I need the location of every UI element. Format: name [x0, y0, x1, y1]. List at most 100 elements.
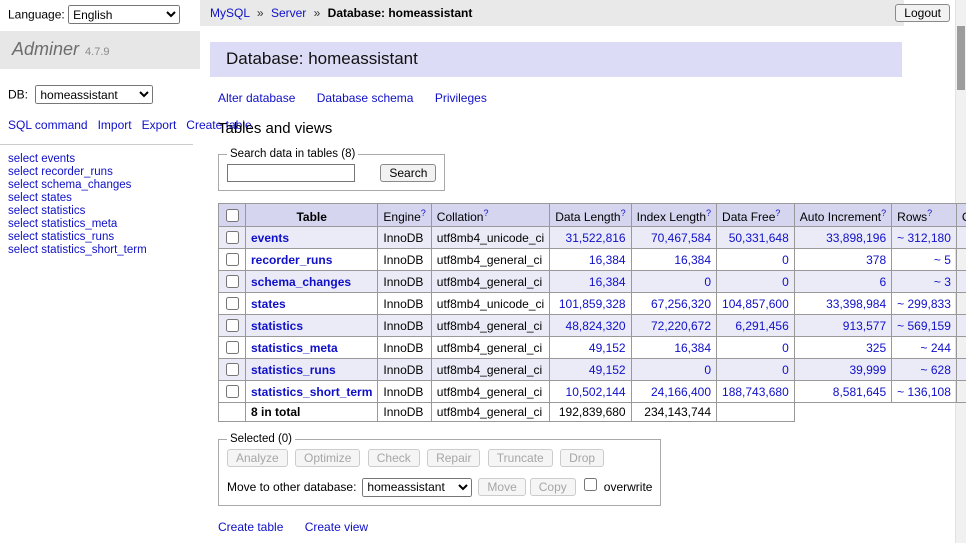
copy-button[interactable]: Copy: [530, 478, 576, 496]
index-length-link[interactable]: 16,384: [674, 341, 711, 355]
overwrite-checkbox[interactable]: [584, 478, 597, 491]
data-free-link[interactable]: 0: [782, 253, 789, 267]
help-link[interactable]: ?: [881, 208, 886, 218]
rows-link[interactable]: ~ 136,108: [897, 385, 951, 399]
table-link[interactable]: statistics: [251, 319, 303, 333]
auto-increment-link[interactable]: 33,398,984: [826, 297, 886, 311]
language-select[interactable]: English: [68, 5, 180, 24]
data-length-link[interactable]: 16,384: [589, 275, 626, 289]
repair-button[interactable]: Repair: [427, 449, 480, 467]
data-free-link[interactable]: 6,291,456: [735, 319, 788, 333]
sidebar-item-select-schema-changes[interactable]: select schema_changes: [8, 179, 193, 192]
data-length-link[interactable]: 48,824,320: [566, 319, 626, 333]
rows-link[interactable]: ~ 569,159: [897, 319, 951, 333]
rows-link[interactable]: ~ 299,833: [897, 297, 951, 311]
alter-database-link[interactable]: Alter database: [218, 91, 295, 105]
auto-increment-link[interactable]: 6: [879, 275, 886, 289]
adminer-logo-link[interactable]: Adminer: [12, 39, 79, 59]
breadcrumb-mysql-link[interactable]: MySQL: [210, 6, 250, 20]
row-checkbox[interactable]: [226, 363, 239, 376]
sidebar-item-select-statistics-meta[interactable]: select statistics_meta: [8, 218, 193, 231]
data-length-link[interactable]: 10,502,144: [566, 385, 626, 399]
analyze-button[interactable]: Analyze: [227, 449, 288, 467]
data-length-link[interactable]: 31,522,816: [566, 231, 626, 245]
rows-link[interactable]: ~ 312,180: [897, 231, 951, 245]
table-link[interactable]: events: [251, 231, 289, 245]
help-link[interactable]: ?: [621, 208, 626, 218]
row-checkbox[interactable]: [226, 253, 239, 266]
sidebar-item-select-recorder-runs[interactable]: select recorder_runs: [8, 166, 193, 179]
rows-link[interactable]: ~ 628: [921, 363, 951, 377]
index-length-link[interactable]: 70,467,584: [651, 231, 711, 245]
data-free-link[interactable]: 0: [782, 275, 789, 289]
sidebar-item-select-statistics[interactable]: select statistics: [8, 205, 193, 218]
select-all-checkbox[interactable]: [226, 209, 239, 222]
search-input[interactable]: [227, 164, 355, 182]
sidebar-link-sql-command[interactable]: SQL command: [8, 118, 88, 132]
overwrite-label[interactable]: overwrite: [604, 480, 653, 494]
table-link[interactable]: schema_changes: [251, 275, 351, 289]
sidebar-item-select-statistics-short-term[interactable]: select statistics_short_term: [8, 244, 193, 257]
db-select[interactable]: homeassistant: [35, 85, 153, 104]
breadcrumb-server-link[interactable]: Server: [271, 6, 306, 20]
optimize-button[interactable]: Optimize: [295, 449, 360, 467]
index-length-link[interactable]: 16,384: [674, 253, 711, 267]
help-link[interactable]: ?: [421, 208, 426, 218]
drop-button[interactable]: Drop: [560, 449, 604, 467]
row-checkbox[interactable]: [226, 341, 239, 354]
help-link[interactable]: ?: [706, 208, 711, 218]
move-database-select[interactable]: homeassistant: [362, 478, 472, 497]
index-length-link[interactable]: 67,256,320: [651, 297, 711, 311]
data-free-link[interactable]: 50,331,648: [729, 231, 789, 245]
move-button[interactable]: Move: [478, 478, 525, 496]
sidebar-item-select-events[interactable]: select events: [8, 153, 193, 166]
data-length-link[interactable]: 49,152: [589, 363, 626, 377]
rows-link[interactable]: ~ 5: [934, 253, 951, 267]
sidebar-item-select-states[interactable]: select states: [8, 192, 193, 205]
row-checkbox[interactable]: [226, 231, 239, 244]
data-free-link[interactable]: 104,857,600: [722, 297, 789, 311]
table-link[interactable]: statistics_meta: [251, 341, 338, 355]
sidebar-link-import[interactable]: Import: [98, 118, 132, 132]
create-view-link[interactable]: Create view: [305, 520, 368, 534]
table-link[interactable]: statistics_runs: [251, 363, 336, 377]
auto-increment-link[interactable]: 378: [866, 253, 886, 267]
auto-increment-link[interactable]: 325: [866, 341, 886, 355]
index-length-link[interactable]: 72,220,672: [651, 319, 711, 333]
help-link[interactable]: ?: [775, 208, 780, 218]
truncate-button[interactable]: Truncate: [488, 449, 553, 467]
data-length-link[interactable]: 101,859,328: [559, 297, 626, 311]
row-checkbox[interactable]: [226, 297, 239, 310]
auto-increment-link[interactable]: 33,898,196: [826, 231, 886, 245]
sidebar-link-export[interactable]: Export: [142, 118, 177, 132]
index-length-link[interactable]: 0: [704, 363, 711, 377]
rows-link[interactable]: ~ 3: [934, 275, 951, 289]
auto-increment-link[interactable]: 913,577: [843, 319, 886, 333]
privileges-link[interactable]: Privileges: [435, 91, 487, 105]
check-button[interactable]: Check: [368, 449, 420, 467]
table-link[interactable]: states: [251, 297, 286, 311]
auto-increment-link[interactable]: 39,999: [849, 363, 886, 377]
data-free-link[interactable]: 0: [782, 363, 789, 377]
logout-button[interactable]: Logout: [895, 4, 950, 22]
data-length-link[interactable]: 49,152: [589, 341, 626, 355]
help-link[interactable]: ?: [483, 208, 488, 218]
data-free-link[interactable]: 0: [782, 341, 789, 355]
create-table-link[interactable]: Create table: [218, 520, 283, 534]
table-link[interactable]: statistics_short_term: [251, 385, 372, 399]
auto-increment-link[interactable]: 8,581,645: [833, 385, 886, 399]
help-link[interactable]: ?: [927, 208, 932, 218]
index-length-link[interactable]: 0: [704, 275, 711, 289]
data-free-link[interactable]: 188,743,680: [722, 385, 789, 399]
index-length-link[interactable]: 24,166,400: [651, 385, 711, 399]
data-length-link[interactable]: 16,384: [589, 253, 626, 267]
search-button[interactable]: Search: [380, 164, 436, 182]
rows-link[interactable]: ~ 244: [921, 341, 951, 355]
sidebar-item-select-statistics-runs[interactable]: select statistics_runs: [8, 231, 193, 244]
row-checkbox[interactable]: [226, 275, 239, 288]
row-checkbox[interactable]: [226, 385, 239, 398]
table-link[interactable]: recorder_runs: [251, 253, 332, 267]
scrollbar-thumb[interactable]: [957, 26, 965, 90]
database-schema-link[interactable]: Database schema: [317, 91, 414, 105]
row-checkbox[interactable]: [226, 319, 239, 332]
